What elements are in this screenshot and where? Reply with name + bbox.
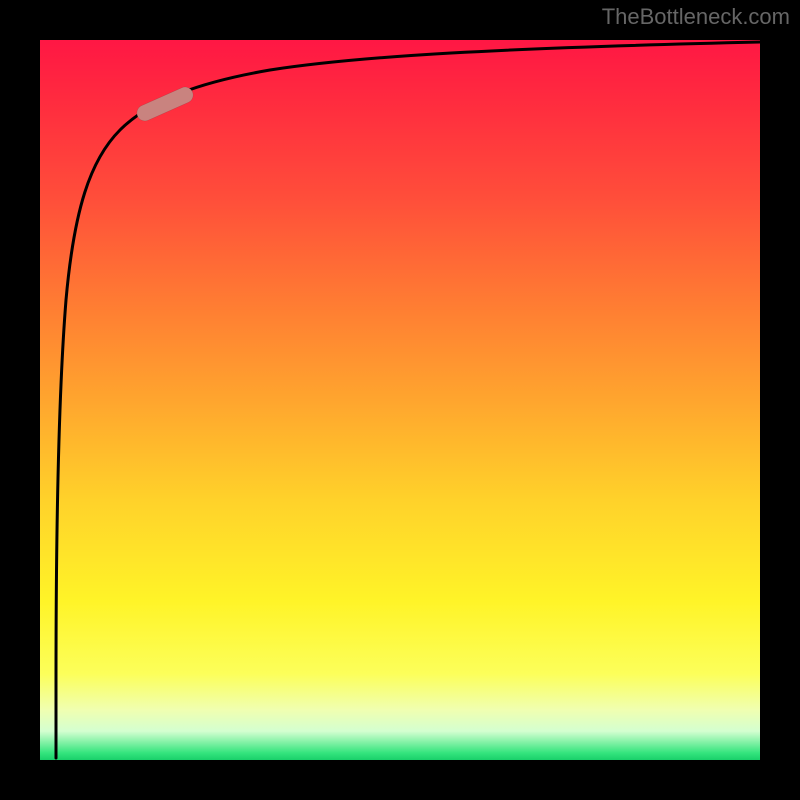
curve-layer (40, 40, 760, 760)
chart-frame: TheBottleneck.com (0, 0, 800, 800)
curve-marker (134, 84, 195, 123)
attribution-label: TheBottleneck.com (602, 4, 790, 30)
bottleneck-curve (56, 42, 760, 758)
plot-area (40, 40, 760, 760)
